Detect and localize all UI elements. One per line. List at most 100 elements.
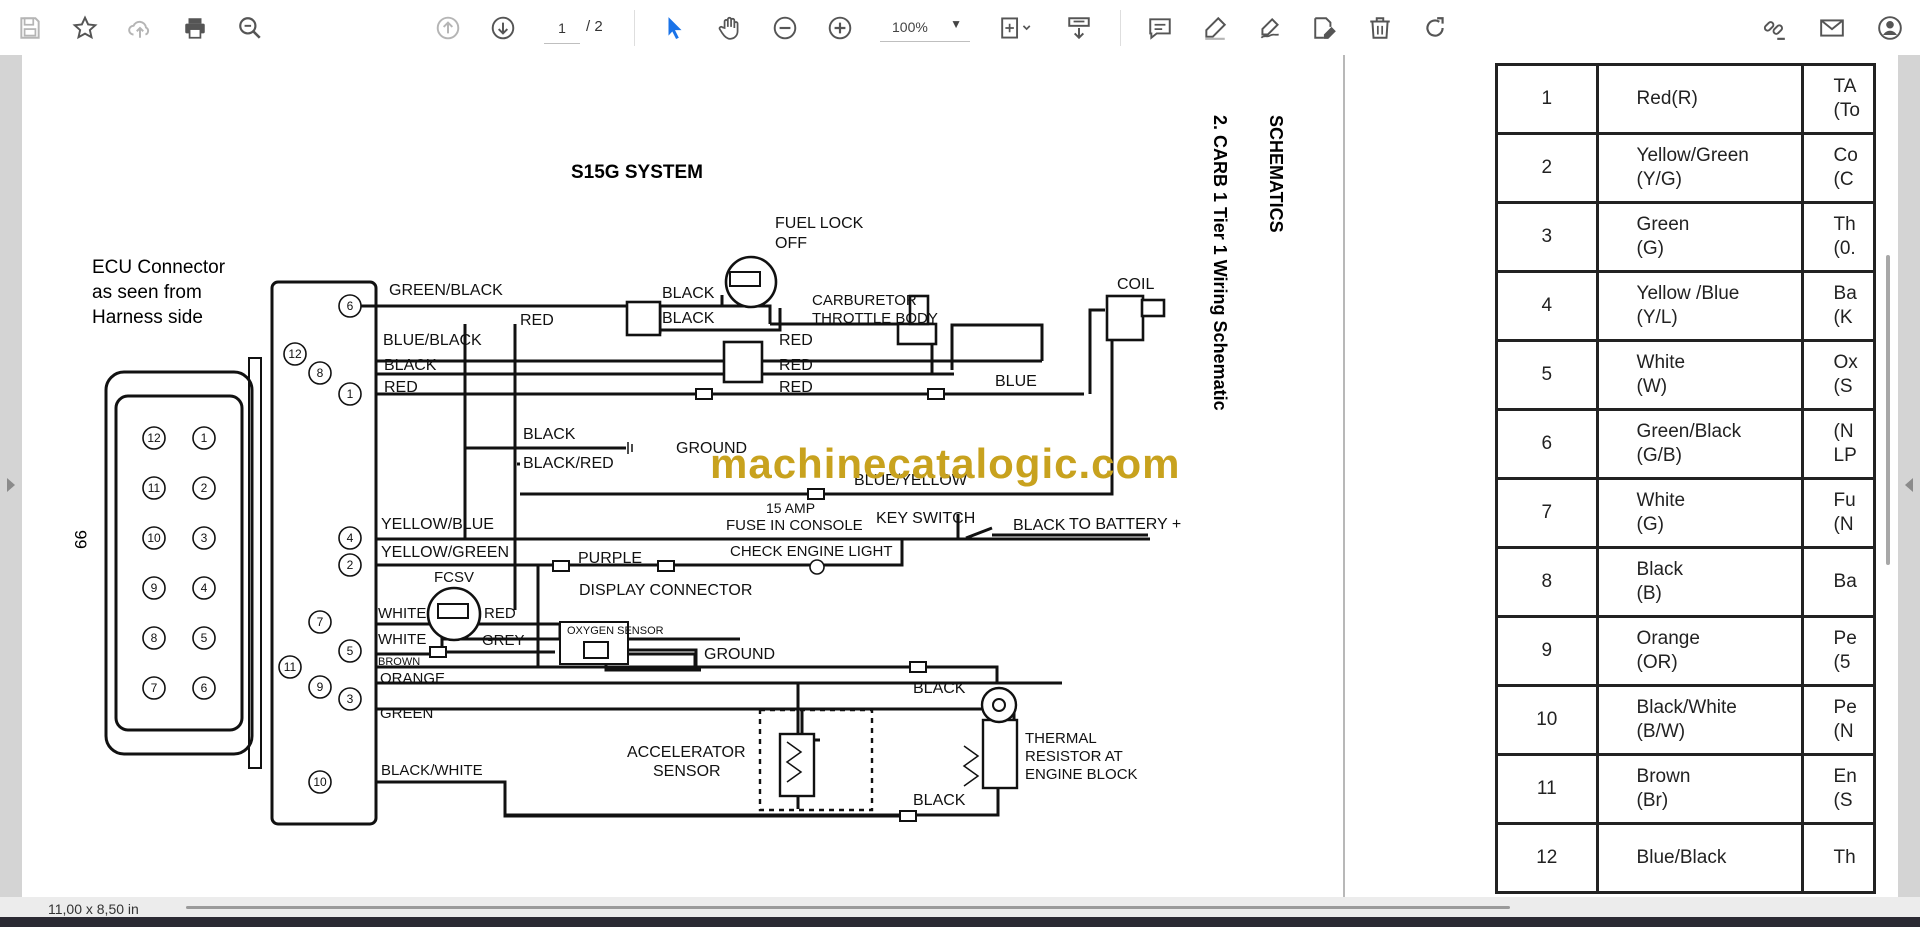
table-row: 7 White (G) Fu (N xyxy=(1495,477,1876,549)
page-fit-icon[interactable] xyxy=(994,12,1038,44)
key-switch-label: KEY SWITCH xyxy=(876,510,975,527)
battery-label: TO BATTERY + xyxy=(1069,516,1181,533)
schematic-title: S15G SYSTEM xyxy=(571,162,703,183)
wire-color-cell: White (W) xyxy=(1595,339,1804,411)
wire-label-white: WHITE xyxy=(378,631,426,648)
table-row: 8 Black (B) Ba xyxy=(1495,546,1876,618)
side-heading: SCHEMATICS xyxy=(1266,115,1286,233)
function-cell: Ba (K xyxy=(1800,270,1876,342)
zoom-out-icon[interactable] xyxy=(769,12,801,44)
table-row: 11 Brown (Br) En (S xyxy=(1495,753,1876,825)
accelerator-label: ACCELERATOR xyxy=(627,744,746,761)
email-icon[interactable] xyxy=(1816,12,1848,44)
pin-number-cell: 4 xyxy=(1495,270,1599,342)
pin-number-cell: 8 xyxy=(1495,546,1599,618)
wire-color-cell: Brown (Br) xyxy=(1595,753,1804,825)
wire-label-yellow-green: YELLOW/GREEN xyxy=(381,544,509,561)
previous-page-icon[interactable] xyxy=(432,12,464,44)
pin-number-cell: 2 xyxy=(1495,132,1599,204)
table-row: 10 Black/White (B/W) Pe (N xyxy=(1495,684,1876,756)
draw-sign-icon[interactable] xyxy=(1254,12,1286,44)
wire-label-black-white: BLACK/WHITE xyxy=(381,762,483,779)
connector-pin-label: 5 xyxy=(201,631,208,645)
harness-pin-label: 1 xyxy=(347,387,354,401)
function-cell: TA (To xyxy=(1800,63,1876,135)
coil-label: COIL xyxy=(1117,276,1154,293)
zoom-in-icon[interactable] xyxy=(824,12,856,44)
comment-icon[interactable] xyxy=(1144,12,1176,44)
save-icon[interactable] xyxy=(14,12,46,44)
function-cell: Ox (S xyxy=(1800,339,1876,411)
table-row: 4 Yellow /Blue (Y/L) Ba (K xyxy=(1495,270,1876,342)
pin-number-cell: 10 xyxy=(1495,684,1599,756)
fcsv-label: FCSV xyxy=(434,569,474,586)
connector-pin-label: 9 xyxy=(151,581,158,595)
thermal-label: RESISTOR AT xyxy=(1025,748,1123,765)
select-cursor-icon[interactable] xyxy=(659,12,691,44)
delete-trash-icon[interactable] xyxy=(1364,12,1396,44)
zoom-search-icon[interactable] xyxy=(234,12,266,44)
horizontal-scrollbar[interactable] xyxy=(186,906,1510,909)
harness-pin-label: 4 xyxy=(347,531,354,545)
wire-color-cell: Blue/Black xyxy=(1595,822,1804,894)
wire-label-blue: BLUE xyxy=(995,373,1037,390)
harness-pin-label: 10 xyxy=(313,775,327,789)
cloud-upload-icon[interactable] xyxy=(124,12,156,44)
highlight-pen-icon[interactable] xyxy=(1199,12,1231,44)
bookmark-star-icon[interactable] xyxy=(69,12,101,44)
wire-label-black: BLACK xyxy=(662,285,715,302)
table-row: 12 Blue/Black Th xyxy=(1495,822,1876,894)
function-cell: Pe (N xyxy=(1800,684,1876,756)
next-page-icon[interactable] xyxy=(487,12,519,44)
wire-color-cell: Yellow/Green (Y/G) xyxy=(1595,132,1804,204)
hand-tool-icon[interactable] xyxy=(714,12,746,44)
share-link-icon[interactable] xyxy=(1758,12,1790,44)
left-panel-toggle-icon[interactable] xyxy=(7,478,15,492)
wire-color-cell: Black (B) xyxy=(1595,546,1804,618)
wire-label-red: RED xyxy=(384,379,418,396)
wire-color-cell: White (G) xyxy=(1595,477,1804,549)
ground-label: GROUND xyxy=(704,646,775,663)
wire-color-table-clip: 1 Red(R) TA (To 2 Yellow/Green (Y/G) Co (C 3 Green… xyxy=(1490,55,1876,897)
rotate-icon[interactable] xyxy=(1419,12,1451,44)
wire-label-black: BLACK xyxy=(1013,517,1066,534)
connector-pin-label: 2 xyxy=(201,481,208,495)
function-cell: Th (0. xyxy=(1800,201,1876,273)
connector-pin-label: 7 xyxy=(151,681,158,695)
function-cell: Th xyxy=(1800,822,1876,894)
fill-sign-icon[interactable] xyxy=(1309,12,1341,44)
connector-pin-label: 3 xyxy=(201,531,208,545)
print-icon[interactable] xyxy=(179,12,211,44)
wire-label-black: BLACK xyxy=(662,310,715,327)
accelerator-label: SENSOR xyxy=(653,763,721,780)
pin-number-cell: 3 xyxy=(1495,201,1599,273)
carburetor-label: CARBURETOR xyxy=(812,292,917,309)
wire-color-table: 1 Red(R) TA (To 2 Yellow/Green (Y/G) Co (C 3 Green… xyxy=(1495,63,1876,894)
wire-label-green: GREEN xyxy=(380,705,433,722)
wire-label-blue-black: BLUE/BLACK xyxy=(383,332,482,349)
connector-pin-label: 6 xyxy=(201,681,208,695)
ecu-connector-pins: 12 111 210 39 48 57 6 xyxy=(142,426,216,700)
connector-pin-label: 1 xyxy=(201,431,208,445)
page-total: / 2 xyxy=(586,18,603,35)
connector-pin-label: 4 xyxy=(201,581,208,595)
wire-label-red: RED xyxy=(484,605,516,622)
chevron-down-icon: ▼ xyxy=(950,17,962,31)
fuel-lock-label: OFF xyxy=(775,235,807,252)
right-panel-toggle-icon[interactable] xyxy=(1905,478,1913,492)
page-number: 99 xyxy=(71,530,90,549)
zoom-select[interactable]: 100% ▼ xyxy=(880,13,970,42)
scroll-mode-icon[interactable] xyxy=(1063,12,1095,44)
table-row: 5 White (W) Ox (S xyxy=(1495,339,1876,411)
account-icon[interactable] xyxy=(1874,12,1906,44)
table-row: 2 Yellow/Green (Y/G) Co (C xyxy=(1495,132,1876,204)
pin-number-cell: 5 xyxy=(1495,339,1599,411)
vertical-scrollbar[interactable] xyxy=(1886,255,1890,565)
pin-number-cell: 6 xyxy=(1495,408,1599,480)
pin-number-cell: 7 xyxy=(1495,477,1599,549)
pin-number-cell: 12 xyxy=(1495,822,1599,894)
page-number-input[interactable] xyxy=(544,13,580,44)
connector-pin-label: 10 xyxy=(147,531,161,545)
wire-label-red: RED xyxy=(779,357,813,374)
table-row: 9 Orange (OR) Pe (5 xyxy=(1495,615,1876,687)
